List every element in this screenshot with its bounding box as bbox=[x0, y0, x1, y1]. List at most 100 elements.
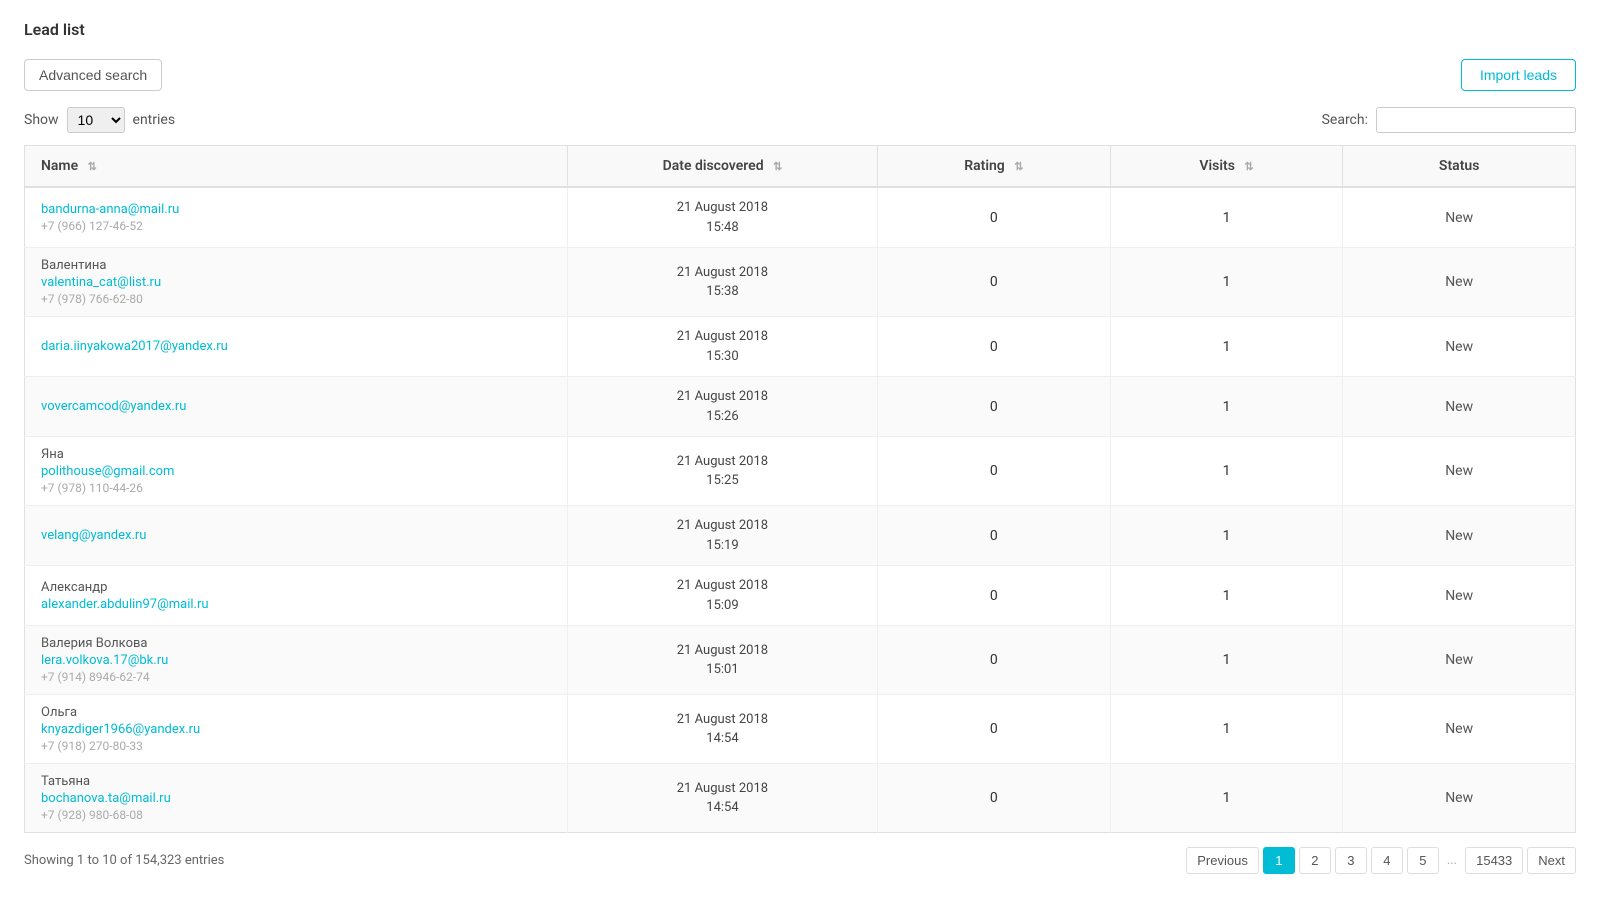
lead-email[interactable]: knyazdiger1966@yandex.ru bbox=[41, 722, 551, 737]
table-row[interactable]: velang@yandex.ru 21 August 201815:19 01New bbox=[25, 506, 1576, 566]
cell-rating: 0 bbox=[878, 377, 1111, 437]
cell-visits: 1 bbox=[1110, 695, 1343, 764]
show-entries: Show 102550100 entries bbox=[24, 107, 175, 133]
pagination-page-1[interactable]: 1 bbox=[1263, 847, 1295, 874]
lead-phone: +7 (928) 980-68-08 bbox=[41, 808, 551, 822]
date-value: 21 August 201815:26 bbox=[677, 389, 768, 424]
sort-rating-icon: ⇅ bbox=[1014, 160, 1023, 173]
cell-name: Александр alexander.abdulin97@mail.ru bbox=[25, 566, 568, 626]
footer-row: Showing 1 to 10 of 154,323 entries Previ… bbox=[24, 847, 1576, 874]
date-value: 21 August 201815:19 bbox=[677, 518, 768, 553]
cell-visits: 1 bbox=[1110, 377, 1343, 437]
lead-email[interactable]: valentina_cat@list.ru bbox=[41, 275, 551, 290]
pagination-page-2[interactable]: 2 bbox=[1299, 847, 1331, 874]
col-name[interactable]: Name ⇅ bbox=[25, 146, 568, 188]
sort-name-icon: ⇅ bbox=[88, 160, 97, 173]
cell-visits: 1 bbox=[1110, 506, 1343, 566]
lead-email[interactable]: bandurna-anna@mail.ru bbox=[41, 202, 551, 217]
pagination-next[interactable]: Next bbox=[1527, 847, 1576, 874]
entries-select[interactable]: 102550100 bbox=[67, 107, 125, 133]
pagination-ellipsis: ... bbox=[1443, 848, 1461, 873]
showing-text: Showing 1 to 10 of 154,323 entries bbox=[24, 853, 224, 868]
date-value: 21 August 201815:30 bbox=[677, 329, 768, 364]
cell-name: velang@yandex.ru bbox=[25, 506, 568, 566]
cell-visits: 1 bbox=[1110, 566, 1343, 626]
toolbar: Advanced search Import leads bbox=[24, 59, 1576, 91]
table-row[interactable]: Валентина valentina_cat@list.ru +7 (978) 7… bbox=[25, 248, 1576, 317]
page-title: Lead list bbox=[24, 20, 1576, 39]
cell-name: Янаpolithouse@gmail.com+7 (978) 110-44-2… bbox=[25, 437, 568, 506]
controls-row: Show 102550100 entries Search: bbox=[24, 107, 1576, 133]
cell-date: 21 August 201815:38 bbox=[567, 248, 877, 317]
lead-email[interactable]: polithouse@gmail.com bbox=[41, 464, 551, 479]
pagination-previous[interactable]: Previous bbox=[1186, 847, 1259, 874]
table-row[interactable]: Валерия Волковаlera.volkova.17@bk.ru+7 (… bbox=[25, 626, 1576, 695]
pagination-page-3[interactable]: 3 bbox=[1335, 847, 1367, 874]
col-date[interactable]: Date discovered ⇅ bbox=[567, 146, 877, 188]
lead-phone: +7 (918) 270-80-33 bbox=[41, 739, 551, 753]
lead-phone: +7 (914) 8946-62-74 bbox=[41, 670, 551, 684]
col-visits[interactable]: Visits ⇅ bbox=[1110, 146, 1343, 188]
lead-email[interactable]: daria.iinyakowa2017@yandex.ru bbox=[41, 339, 551, 354]
leads-table: Name ⇅ Date discovered ⇅ Rating ⇅ Visits… bbox=[24, 145, 1576, 833]
date-value: 21 August 201815:09 bbox=[677, 578, 768, 613]
cell-rating: 0 bbox=[878, 187, 1111, 248]
lead-email[interactable]: alexander.abdulin97@mail.ru bbox=[41, 597, 551, 612]
lead-name: Ольга bbox=[41, 705, 551, 720]
cell-rating: 0 bbox=[878, 506, 1111, 566]
pagination-page-5[interactable]: 5 bbox=[1407, 847, 1439, 874]
cell-date: 21 August 201815:30 bbox=[567, 317, 877, 377]
lead-phone: +7 (966) 127-46-52 bbox=[41, 219, 551, 233]
cell-status: New bbox=[1343, 317, 1576, 377]
cell-rating: 0 bbox=[878, 566, 1111, 626]
lead-phone: +7 (978) 766-62-80 bbox=[41, 292, 551, 306]
table-row[interactable]: Ольга knyazdiger1966@yandex.ru +7 (918) 27… bbox=[25, 695, 1576, 764]
cell-date: 21 August 201814:54 bbox=[567, 764, 877, 833]
lead-name: Татьяна bbox=[41, 774, 551, 789]
table-row[interactable]: Татьяна bochanova.ta@mail.ru +7 (928) 980-… bbox=[25, 764, 1576, 833]
table-row[interactable]: Александр alexander.abdulin97@mail.ru 21 A… bbox=[25, 566, 1576, 626]
cell-visits: 1 bbox=[1110, 187, 1343, 248]
lead-email[interactable]: vovercamcod@yandex.ru bbox=[41, 399, 551, 414]
cell-name: bandurna-anna@mail.ru +7 (966) 127-46-52 bbox=[25, 187, 568, 248]
table-row[interactable]: vovercamcod@yandex.ru 21 August 201815:26… bbox=[25, 377, 1576, 437]
cell-visits: 1 bbox=[1110, 626, 1343, 695]
date-value: 21 August 201815:01 bbox=[677, 643, 768, 678]
cell-status: New bbox=[1343, 506, 1576, 566]
cell-name: Валерия Волковаlera.volkova.17@bk.ru+7 (… bbox=[25, 626, 568, 695]
cell-status: New bbox=[1343, 437, 1576, 506]
cell-date: 21 August 201814:54 bbox=[567, 695, 877, 764]
cell-date: 21 August 201815:48 bbox=[567, 187, 877, 248]
lead-name: Валентина bbox=[41, 258, 551, 273]
search-input[interactable] bbox=[1376, 107, 1576, 133]
pagination-page-4[interactable]: 4 bbox=[1371, 847, 1403, 874]
table-row[interactable]: bandurna-anna@mail.ru +7 (966) 127-46-52 2… bbox=[25, 187, 1576, 248]
lead-email[interactable]: lera.volkova.17@bk.ru bbox=[41, 653, 551, 668]
cell-status: New bbox=[1343, 377, 1576, 437]
date-value: 21 August 201815:48 bbox=[677, 200, 768, 235]
lead-name: Яна bbox=[41, 447, 551, 462]
cell-visits: 1 bbox=[1110, 437, 1343, 506]
cell-status: New bbox=[1343, 566, 1576, 626]
lead-email[interactable]: velang@yandex.ru bbox=[41, 528, 551, 543]
cell-date: 21 August 201815:19 bbox=[567, 506, 877, 566]
cell-status: New bbox=[1343, 626, 1576, 695]
pagination-last-page[interactable]: 15433 bbox=[1465, 847, 1523, 874]
cell-date: 21 August 201815:09 bbox=[567, 566, 877, 626]
cell-visits: 1 bbox=[1110, 317, 1343, 377]
table-row[interactable]: daria.iinyakowa2017@yandex.ru 21 August 2… bbox=[25, 317, 1576, 377]
cell-rating: 0 bbox=[878, 764, 1111, 833]
pagination: Previous 1 2 3 4 5 ... 15433 Next bbox=[1186, 847, 1576, 874]
table-row[interactable]: Янаpolithouse@gmail.com+7 (978) 110-44-2… bbox=[25, 437, 1576, 506]
import-leads-button[interactable]: Import leads bbox=[1461, 59, 1576, 91]
col-rating[interactable]: Rating ⇅ bbox=[878, 146, 1111, 188]
cell-visits: 1 bbox=[1110, 248, 1343, 317]
search-label: Search: bbox=[1322, 112, 1368, 128]
advanced-search-button[interactable]: Advanced search bbox=[24, 59, 162, 91]
sort-date-icon: ⇅ bbox=[773, 160, 782, 173]
cell-status: New bbox=[1343, 764, 1576, 833]
date-value: 21 August 201814:54 bbox=[677, 712, 768, 747]
lead-email[interactable]: bochanova.ta@mail.ru bbox=[41, 791, 551, 806]
cell-status: New bbox=[1343, 695, 1576, 764]
lead-name: Александр bbox=[41, 580, 551, 595]
